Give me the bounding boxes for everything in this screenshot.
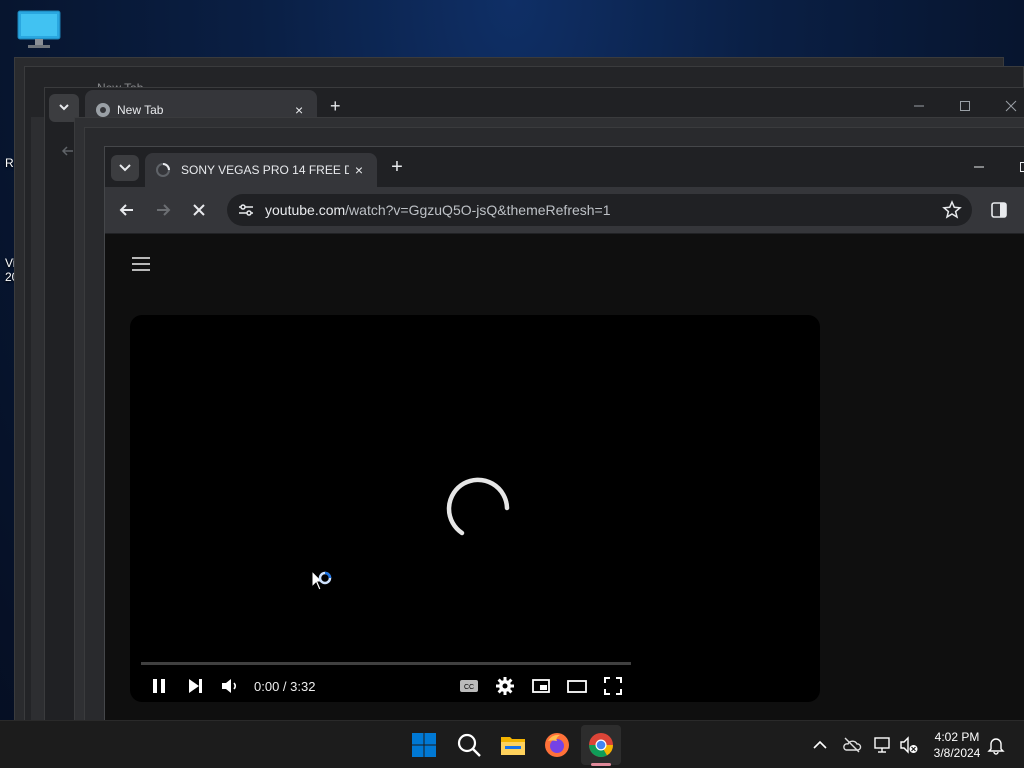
- tab-strip: SONY VEGAS PRO 14 FREE DOWNLOAD × +: [105, 147, 1024, 187]
- firefox-icon[interactable]: [543, 731, 571, 759]
- close-icon[interactable]: [1005, 100, 1017, 112]
- stop-loading-icon[interactable]: [188, 199, 210, 221]
- mouse-cursor-busy-icon: [311, 570, 332, 591]
- url-text: youtube.com/watch?v=GgzuQ5O-jsQ&themeRef…: [265, 202, 611, 218]
- loading-favicon-icon: [156, 163, 170, 177]
- active-app-indicator: [591, 763, 611, 766]
- search-icon[interactable]: [455, 731, 483, 759]
- site-info-tune-icon[interactable]: [237, 201, 255, 219]
- miniplayer-icon[interactable]: [530, 675, 552, 697]
- next-video-icon[interactable]: [184, 675, 206, 697]
- tab-title: SONY VEGAS PRO 14 FREE DOWNLOAD: [181, 163, 349, 177]
- new-tab-button[interactable]: +: [387, 157, 407, 177]
- this-pc-desktop-icon[interactable]: [16, 10, 62, 50]
- onedrive-offline-icon[interactable]: [842, 735, 862, 755]
- back-arrow-icon[interactable]: [116, 199, 138, 221]
- new-tab-button[interactable]: +: [330, 97, 341, 115]
- hamburger-menu-icon[interactable]: [129, 252, 153, 276]
- maximize-icon[interactable]: [1017, 159, 1024, 175]
- chrome-icon[interactable]: [587, 731, 615, 759]
- clock-time: 4:02 PM: [934, 730, 980, 744]
- fullscreen-icon[interactable]: [602, 675, 624, 697]
- address-bar[interactable]: youtube.com/watch?v=GgzuQ5O-jsQ&themeRef…: [227, 194, 972, 226]
- chrome-favicon-icon: [96, 103, 110, 117]
- minimize-icon[interactable]: [913, 100, 925, 112]
- volume-icon[interactable]: [219, 675, 241, 697]
- url-host: youtube.com: [265, 202, 346, 218]
- minimize-icon[interactable]: [971, 159, 987, 175]
- pause-icon[interactable]: [148, 675, 170, 697]
- chevron-down-icon: [119, 164, 131, 172]
- tab-close-icon[interactable]: ×: [295, 103, 303, 117]
- chrome-window: SONY VEGAS PRO 14 FREE DOWNLOAD × + yout…: [104, 146, 1024, 726]
- browser-toolbar: youtube.com/watch?v=GgzuQ5O-jsQ&themeRef…: [105, 187, 1024, 233]
- progress-bar[interactable]: [141, 662, 631, 665]
- active-tab[interactable]: SONY VEGAS PRO 14 FREE DOWNLOAD ×: [145, 153, 377, 187]
- time-display: 0:00 / 3:32: [254, 679, 316, 694]
- forward-arrow-icon[interactable]: [152, 199, 174, 221]
- loading-spinner-icon: [446, 477, 510, 536]
- side-panel-icon[interactable]: [989, 200, 1009, 220]
- file-explorer-icon[interactable]: [499, 731, 527, 759]
- video-player[interactable]: 0:00 / 3:32 CC: [130, 315, 820, 702]
- desktop-icon-label-partial: R: [5, 156, 14, 170]
- clock-date: 3/8/2024: [933, 746, 981, 760]
- subtitles-cc-icon[interactable]: CC: [458, 675, 480, 697]
- tab-title: New Tab: [117, 103, 164, 117]
- volume-muted-icon[interactable]: [899, 735, 919, 755]
- bookmark-star-icon[interactable]: [942, 200, 962, 220]
- player-controls: 0:00 / 3:32 CC: [130, 670, 820, 702]
- chevron-up-icon[interactable]: [810, 735, 830, 755]
- notification-bell-icon[interactable]: [986, 735, 1006, 755]
- svg-text:CC: CC: [464, 684, 474, 691]
- network-icon[interactable]: [873, 735, 893, 755]
- youtube-page: 0:00 / 3:32 CC: [105, 234, 1024, 725]
- theater-mode-icon[interactable]: [566, 675, 588, 697]
- system-clock[interactable]: 4:02 PM 3/8/2024: [926, 729, 988, 761]
- taskbar: 4:02 PM 3/8/2024: [0, 720, 1024, 768]
- maximize-icon[interactable]: [959, 100, 971, 112]
- back-arrow-icon[interactable]: [61, 144, 75, 158]
- settings-gear-icon[interactable]: [494, 675, 516, 697]
- start-icon[interactable]: [410, 731, 438, 759]
- url-path: /watch?v=GgzuQ5O-jsQ&themeRefresh=1: [345, 202, 611, 218]
- tab-search-button[interactable]: [111, 155, 139, 181]
- tab-close-icon[interactable]: ×: [351, 162, 367, 178]
